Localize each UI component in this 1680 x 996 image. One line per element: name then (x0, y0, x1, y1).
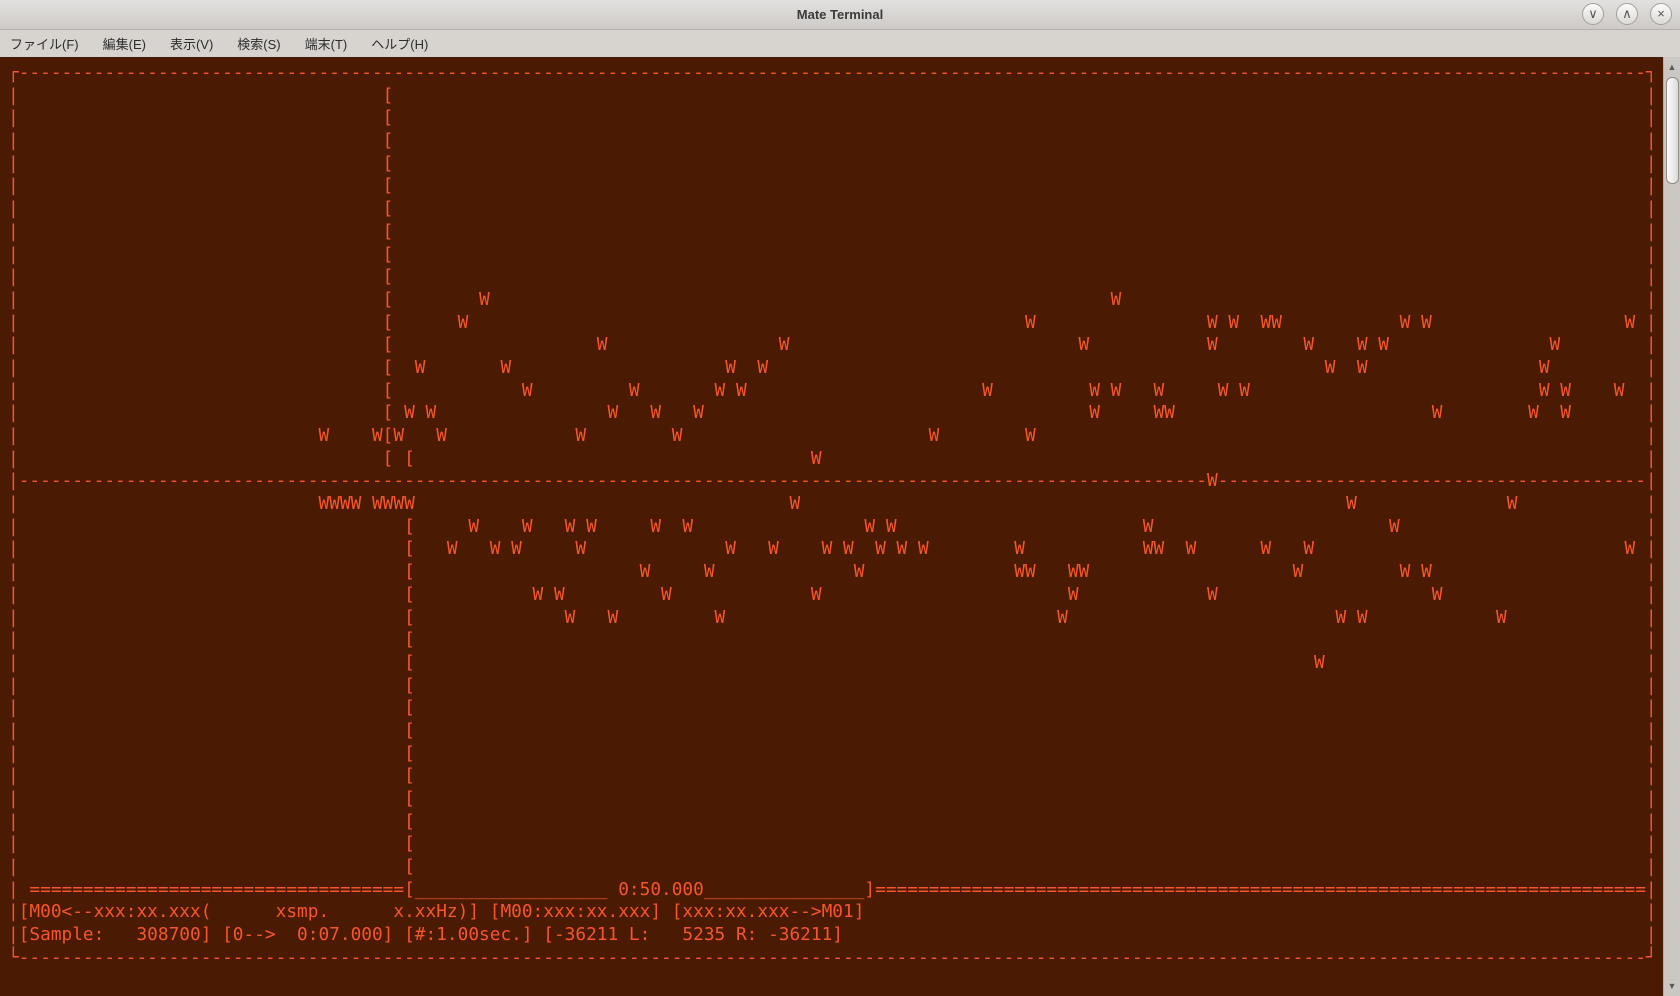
terminal-row: | [ | (8, 130, 1657, 152)
menu-view[interactable]: 表示(V) (170, 34, 213, 53)
terminal-row: └---------------------------------------… (8, 946, 1657, 968)
terminal-row: ┌---------------------------------------… (8, 62, 1657, 83)
terminal-row: | [ W W W WW WW W W W | (8, 561, 1657, 583)
terminal-screen[interactable]: ┌---------------------------------------… (0, 57, 1663, 996)
menu-terminal[interactable]: 端末(T) (305, 34, 348, 53)
terminal-row: | [ | (8, 175, 1657, 197)
menu-search[interactable]: 検索(S) (237, 34, 280, 53)
terminal-row: | [ | (8, 788, 1657, 809)
close-button[interactable]: × (1650, 3, 1672, 25)
terminal-row: | WWWW WWWW W W W | (8, 493, 1657, 515)
terminal-row: | [ | (8, 84, 1657, 106)
terminal-row: | ===================================[__… (8, 878, 1657, 900)
terminal-row: |---------------------------------------… (8, 470, 1657, 492)
terminal-row: | [ | (8, 856, 1657, 878)
menu-bar: ファイル(F) 編集(E) 表示(V) 検索(S) 端末(T) ヘルプ(H) (0, 30, 1680, 57)
scroll-down-icon[interactable]: ▼ (1664, 978, 1680, 994)
terminal-row: | [ | (8, 243, 1657, 265)
terminal-row: | [ | (8, 810, 1657, 832)
menu-edit[interactable]: 編集(E) (103, 34, 146, 53)
window-controls: ∨ ∧ × (1582, 3, 1672, 25)
menu-help[interactable]: ヘルプ(H) (371, 34, 428, 53)
terminal-row: | W W[W W W W W W | (8, 425, 1657, 446)
terminal-text-grid: ┌---------------------------------------… (0, 57, 1663, 970)
minimize-button[interactable]: ∨ (1582, 3, 1604, 25)
terminal-row: | [ W W W W W W WW W W W | (8, 402, 1657, 424)
terminal-row: | [ W W W W W W W W | (8, 334, 1657, 356)
title-bar: Mate Terminal (0, 0, 1680, 30)
terminal-row: | [ | (8, 107, 1657, 129)
terminal-row: | [ | (8, 266, 1657, 288)
terminal-row: | [ W W W W W W W | (8, 606, 1657, 628)
terminal-row: | [ W W W W WW W W W | (8, 311, 1657, 333)
terminal-row: | [ | (8, 198, 1657, 220)
scrollbar[interactable]: ▲ ▼ (1663, 57, 1680, 996)
terminal-row: | [ W W | (8, 288, 1657, 310)
terminal-row: | [ | (8, 833, 1657, 855)
scrollbar-thumb[interactable] (1666, 77, 1679, 184)
terminal-row: | [ W | (8, 651, 1657, 673)
terminal-row: | [ | (8, 697, 1657, 719)
terminal-row: | [ | (8, 220, 1657, 242)
terminal-row: | [ | (8, 629, 1657, 651)
terminal-row: | [ W W W W W W W W W W | (8, 515, 1657, 537)
terminal-row: |[Sample: 308700] [0--> 0:07.000] [#:1.0… (8, 924, 1657, 946)
terminal-row: | [ | (8, 674, 1657, 696)
terminal-row: |[M00<--xxx:xx.xxx( xsmp. x.xxHz)] [M00:… (8, 901, 1657, 923)
window-title: Mate Terminal (796, 7, 884, 22)
terminal-row: | [ W W W W W W W | (8, 583, 1657, 605)
terminal-row: | [ W W W W W W W W W W W W WW W W W W | (8, 538, 1657, 560)
terminal-row: | [ | (8, 765, 1657, 787)
scroll-up-icon[interactable]: ▲ (1664, 59, 1680, 75)
terminal-row: | [ | (8, 742, 1657, 764)
terminal-row: | [ W W W W W W W | (8, 356, 1657, 378)
terminal-row: | [ [ W | (8, 447, 1657, 469)
terminal-row: | [ | (8, 719, 1657, 741)
terminal-row: | [ W W W W W W W W W W W W W | (8, 379, 1657, 401)
terminal-row: | [ | (8, 152, 1657, 174)
maximize-button[interactable]: ∧ (1616, 3, 1638, 25)
menu-file[interactable]: ファイル(F) (10, 34, 79, 53)
